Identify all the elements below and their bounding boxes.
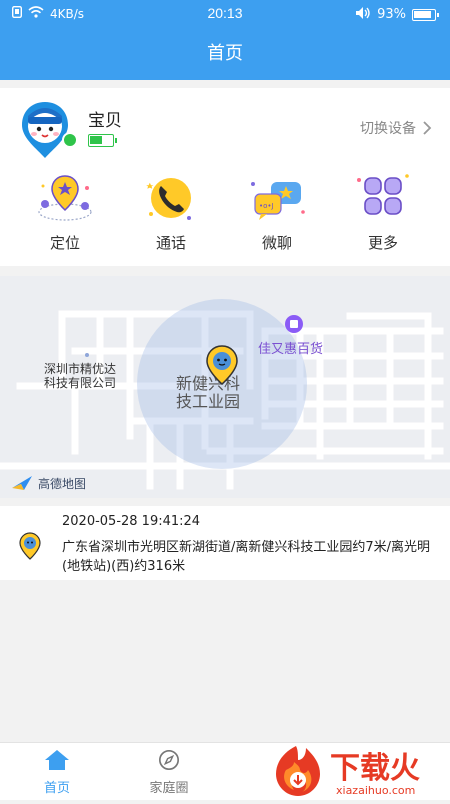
- location-pin-icon: [18, 532, 42, 564]
- home-icon: [45, 750, 69, 770]
- compass-icon: [159, 750, 179, 770]
- switch-device-button[interactable]: 切换设备: [360, 118, 432, 138]
- tab-family-circle[interactable]: 家庭圈: [124, 749, 214, 796]
- device-battery-icon: [88, 134, 117, 147]
- online-status-dot: [62, 132, 78, 148]
- svg-text:•o•J: •o•J: [259, 202, 274, 210]
- map-provider-logo: 高德地图: [10, 474, 86, 492]
- status-bar: 4KB/s 20:13 93%: [0, 0, 450, 28]
- chevron-right-icon: [423, 121, 432, 135]
- location-icon: [38, 175, 92, 221]
- chat-button[interactable]: •o•J 微聊: [224, 172, 330, 256]
- switch-device-label: 切换设备: [360, 121, 416, 137]
- tab-home-label: 首页: [43, 781, 70, 796]
- more-label: 更多: [367, 234, 398, 252]
- location-label: 定位: [49, 234, 80, 252]
- avatar[interactable]: [20, 100, 70, 160]
- profile-card: 宝贝 切换设备 定位 通话 •o•J 微聊 更多: [0, 88, 450, 266]
- phone-icon: [146, 178, 191, 220]
- battery-percent: 93%: [377, 7, 406, 22]
- device-name: 宝贝: [88, 111, 122, 131]
- amap-logo-icon: [12, 476, 32, 490]
- map-view[interactable]: 深圳市精优达 科技有限公司 新健兴科 技工业园 佳又惠百货 高德地图: [0, 276, 450, 498]
- map-provider-text: 高德地图: [38, 476, 87, 491]
- tab-home[interactable]: 首页: [12, 749, 102, 796]
- location-button[interactable]: 定位: [12, 172, 118, 256]
- mute-icon: [355, 6, 371, 23]
- watermark-url: xiazaihuo.com: [336, 784, 415, 797]
- location-timestamp: 2020-05-28 19:41:24: [62, 514, 201, 529]
- map-poi-label: 技工业园: [176, 392, 241, 411]
- more-grid-icon: [357, 174, 409, 215]
- location-address: 广东省深圳市光明区新湖街道/离新健兴科技工业园约7米/离光明(地铁站)(西)约3…: [62, 540, 431, 574]
- function-row: 定位 通话 •o•J 微聊 更多: [0, 172, 450, 256]
- call-label: 通话: [155, 234, 186, 252]
- chat-label: 微聊: [261, 234, 292, 252]
- watermark-text: 下载火: [330, 751, 420, 786]
- more-button[interactable]: 更多: [330, 172, 436, 256]
- location-record[interactable]: 2020-05-28 19:41:24 广东省深圳市光明区新湖街道/离新健兴科技…: [0, 506, 450, 580]
- call-button[interactable]: 通话: [118, 172, 224, 256]
- map-poi-label: 科技有限公司: [44, 376, 117, 390]
- map-poi-label: 佳又惠百货: [258, 342, 324, 357]
- chat-icon: •o•J: [251, 182, 305, 220]
- watermark-logo: 下载火 xiazaihuo.com: [256, 742, 446, 800]
- page-title: 首页: [0, 28, 450, 80]
- tab-family-label: 家庭圈: [149, 781, 189, 796]
- map-location-pin[interactable]: [204, 344, 240, 390]
- battery-icon: [412, 8, 439, 21]
